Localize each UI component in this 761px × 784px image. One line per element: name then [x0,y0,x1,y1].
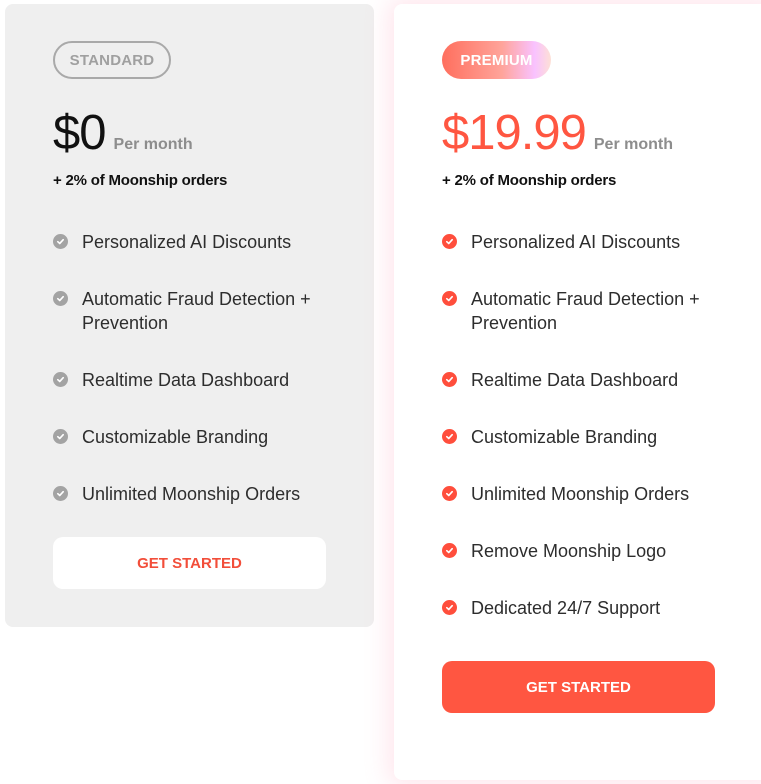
feature-item: Realtime Data Dashboard [442,368,722,392]
feature-label: Automatic Fraud Detection + Prevention [471,289,700,333]
feature-item: Automatic Fraud Detection + Prevention [442,287,722,335]
feature-item: Customizable Branding [53,425,333,449]
get-started-standard-button[interactable]: GET STARTED [53,537,326,589]
get-started-premium-button[interactable]: GET STARTED [442,661,715,713]
feature-label: Unlimited Moonship Orders [82,484,301,504]
feature-item: Automatic Fraud Detection + Prevention [53,287,333,335]
feature-item: Unlimited Moonship Orders [442,482,722,506]
check-circle-icon [53,234,68,249]
plan-badge-premium: PREMIUM [442,41,551,79]
check-circle-icon [53,486,68,501]
feature-label: Dedicated 24/7 Support [471,598,661,618]
check-circle-icon [442,543,457,558]
standard-plan-card: STANDARD $0 Per month + 2% of Moonship o… [5,4,374,627]
feature-list: Personalized AI Discounts Automatic Frau… [53,230,333,539]
feature-item: Remove Moonship Logo [442,539,722,563]
check-circle-icon [53,429,68,444]
feature-label: Realtime Data Dashboard [82,370,290,390]
check-circle-icon [442,291,457,306]
feature-item: Personalized AI Discounts [442,230,722,254]
check-circle-icon [442,372,457,387]
order-fee-note: + 2% of Moonship orders [53,172,228,189]
plan-badge-standard: STANDARD [53,41,171,79]
plan-price: $19.99 [442,106,587,160]
feature-item: Realtime Data Dashboard [53,368,333,392]
check-circle-icon [53,291,68,306]
check-circle-icon [442,429,457,444]
feature-list: Personalized AI Discounts Automatic Frau… [442,230,722,653]
price-row: $0 Per month [53,104,193,162]
price-row: $19.99 Per month [442,104,673,162]
check-circle-icon [53,372,68,387]
feature-label: Personalized AI Discounts [471,232,681,252]
feature-label: Automatic Fraud Detection + Prevention [82,289,311,333]
premium-plan-card: PREMIUM $19.99 Per month + 2% of Moonshi… [394,4,761,780]
feature-label: Realtime Data Dashboard [471,370,679,390]
feature-label: Customizable Branding [82,427,269,447]
feature-item: Personalized AI Discounts [53,230,333,254]
feature-item: Customizable Branding [442,425,722,449]
feature-label: Customizable Branding [471,427,658,447]
check-circle-icon [442,486,457,501]
feature-label: Remove Moonship Logo [471,541,667,561]
billing-period: Per month [113,136,193,153]
check-circle-icon [442,234,457,249]
order-fee-note: + 2% of Moonship orders [442,172,617,189]
check-circle-icon [442,600,457,615]
feature-label: Unlimited Moonship Orders [471,484,690,504]
billing-period: Per month [593,136,673,153]
plan-price: $0 [53,106,107,160]
feature-item: Dedicated 24/7 Support [442,596,722,620]
feature-label: Personalized AI Discounts [82,232,292,252]
feature-item: Unlimited Moonship Orders [53,482,333,506]
